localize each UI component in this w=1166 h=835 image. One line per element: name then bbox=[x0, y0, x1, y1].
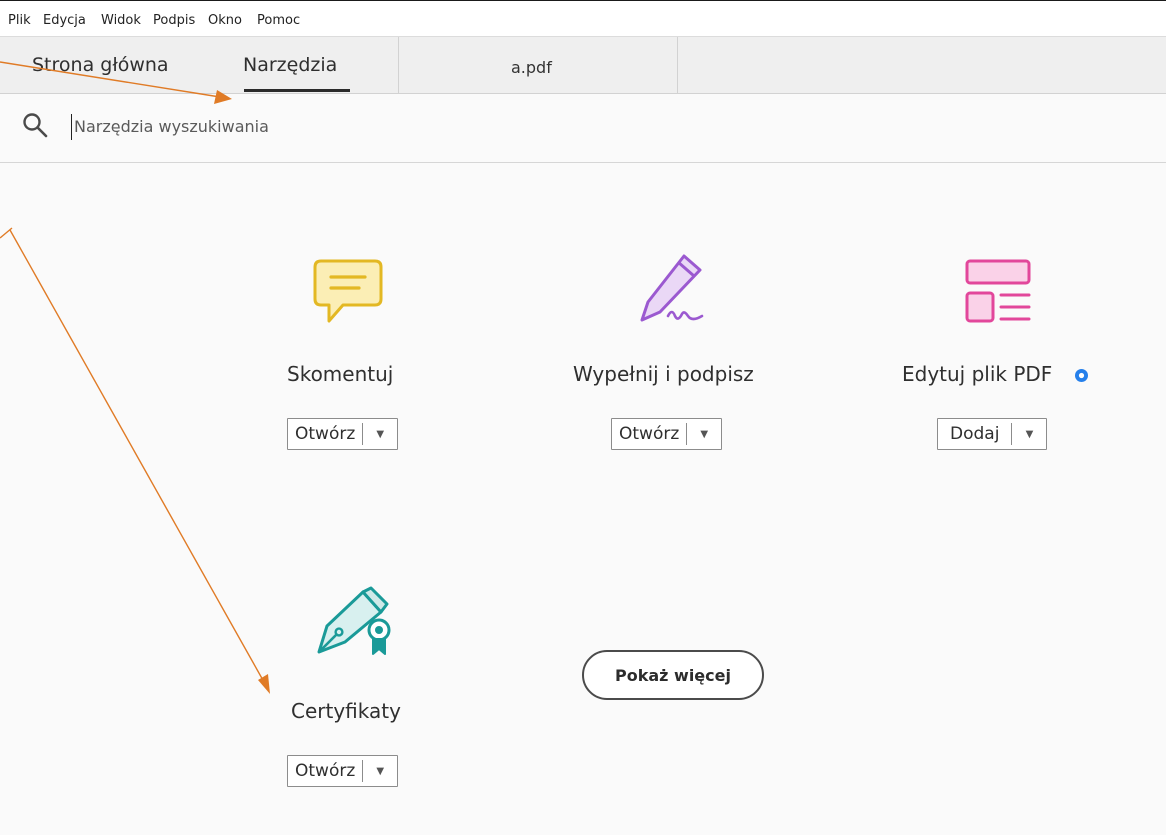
tool-comment-label: Skomentuj bbox=[287, 362, 394, 386]
search-icon bbox=[23, 113, 48, 138]
tool-certificates-open-button[interactable]: Otwórz ▼ bbox=[287, 755, 399, 787]
menu-sign[interactable]: Podpis bbox=[153, 13, 195, 28]
annotation-line-join bbox=[0, 227, 13, 239]
chevron-down-icon[interactable]: ▼ bbox=[363, 756, 397, 786]
open-button-label: Otwórz bbox=[295, 761, 356, 781]
tab-document[interactable]: a.pdf bbox=[398, 37, 678, 94]
fill-sign-icon[interactable] bbox=[638, 252, 706, 324]
comment-icon[interactable] bbox=[313, 259, 383, 327]
search-input[interactable] bbox=[74, 112, 594, 140]
tool-certificates-label: Certyfikaty bbox=[291, 699, 401, 723]
tool-fill-sign-label: Wypełnij i podpisz bbox=[573, 362, 754, 386]
menu-window[interactable]: Okno bbox=[208, 13, 242, 28]
text-caret bbox=[71, 114, 72, 140]
active-tab-indicator bbox=[244, 89, 350, 92]
tab-bar: Strona główna Narzędzia a.pdf bbox=[0, 36, 1166, 94]
menu-edit[interactable]: Edycja bbox=[43, 13, 86, 28]
menu-bar: Plik Edycja Widok Podpis Okno Pomoc bbox=[0, 0, 1166, 36]
annotation-line-diagonal bbox=[9, 229, 265, 683]
menu-help[interactable]: Pomoc bbox=[257, 13, 300, 28]
tab-home[interactable]: Strona główna bbox=[32, 54, 169, 76]
open-button-label: Otwórz bbox=[295, 424, 356, 444]
chevron-down-icon[interactable]: ▼ bbox=[687, 419, 721, 449]
tab-document-label: a.pdf bbox=[511, 58, 552, 77]
arrowhead-icon bbox=[258, 674, 270, 694]
tools-search-bar bbox=[0, 94, 1166, 163]
tab-tools[interactable]: Narzędzia bbox=[243, 54, 337, 76]
edit-pdf-icon[interactable] bbox=[965, 259, 1031, 323]
show-more-button[interactable]: Pokaż więcej bbox=[582, 650, 764, 700]
chevron-down-icon[interactable]: ▼ bbox=[363, 419, 397, 449]
add-button-label: Dodaj bbox=[950, 424, 1000, 444]
tool-edit-pdf-label: Edytuj plik PDF bbox=[902, 362, 1053, 386]
premium-star-icon bbox=[1075, 369, 1088, 382]
menu-view[interactable]: Widok bbox=[101, 13, 141, 28]
tool-fill-sign-open-button[interactable]: Otwórz ▼ bbox=[611, 418, 723, 450]
chevron-down-icon[interactable]: ▼ bbox=[1012, 419, 1046, 449]
certificate-icon[interactable] bbox=[311, 586, 397, 658]
tool-comment-open-button[interactable]: Otwórz ▼ bbox=[287, 418, 399, 450]
menu-file[interactable]: Plik bbox=[8, 13, 31, 28]
tool-edit-pdf-add-button[interactable]: Dodaj ▼ bbox=[937, 418, 1048, 450]
open-button-label: Otwórz bbox=[619, 424, 680, 444]
